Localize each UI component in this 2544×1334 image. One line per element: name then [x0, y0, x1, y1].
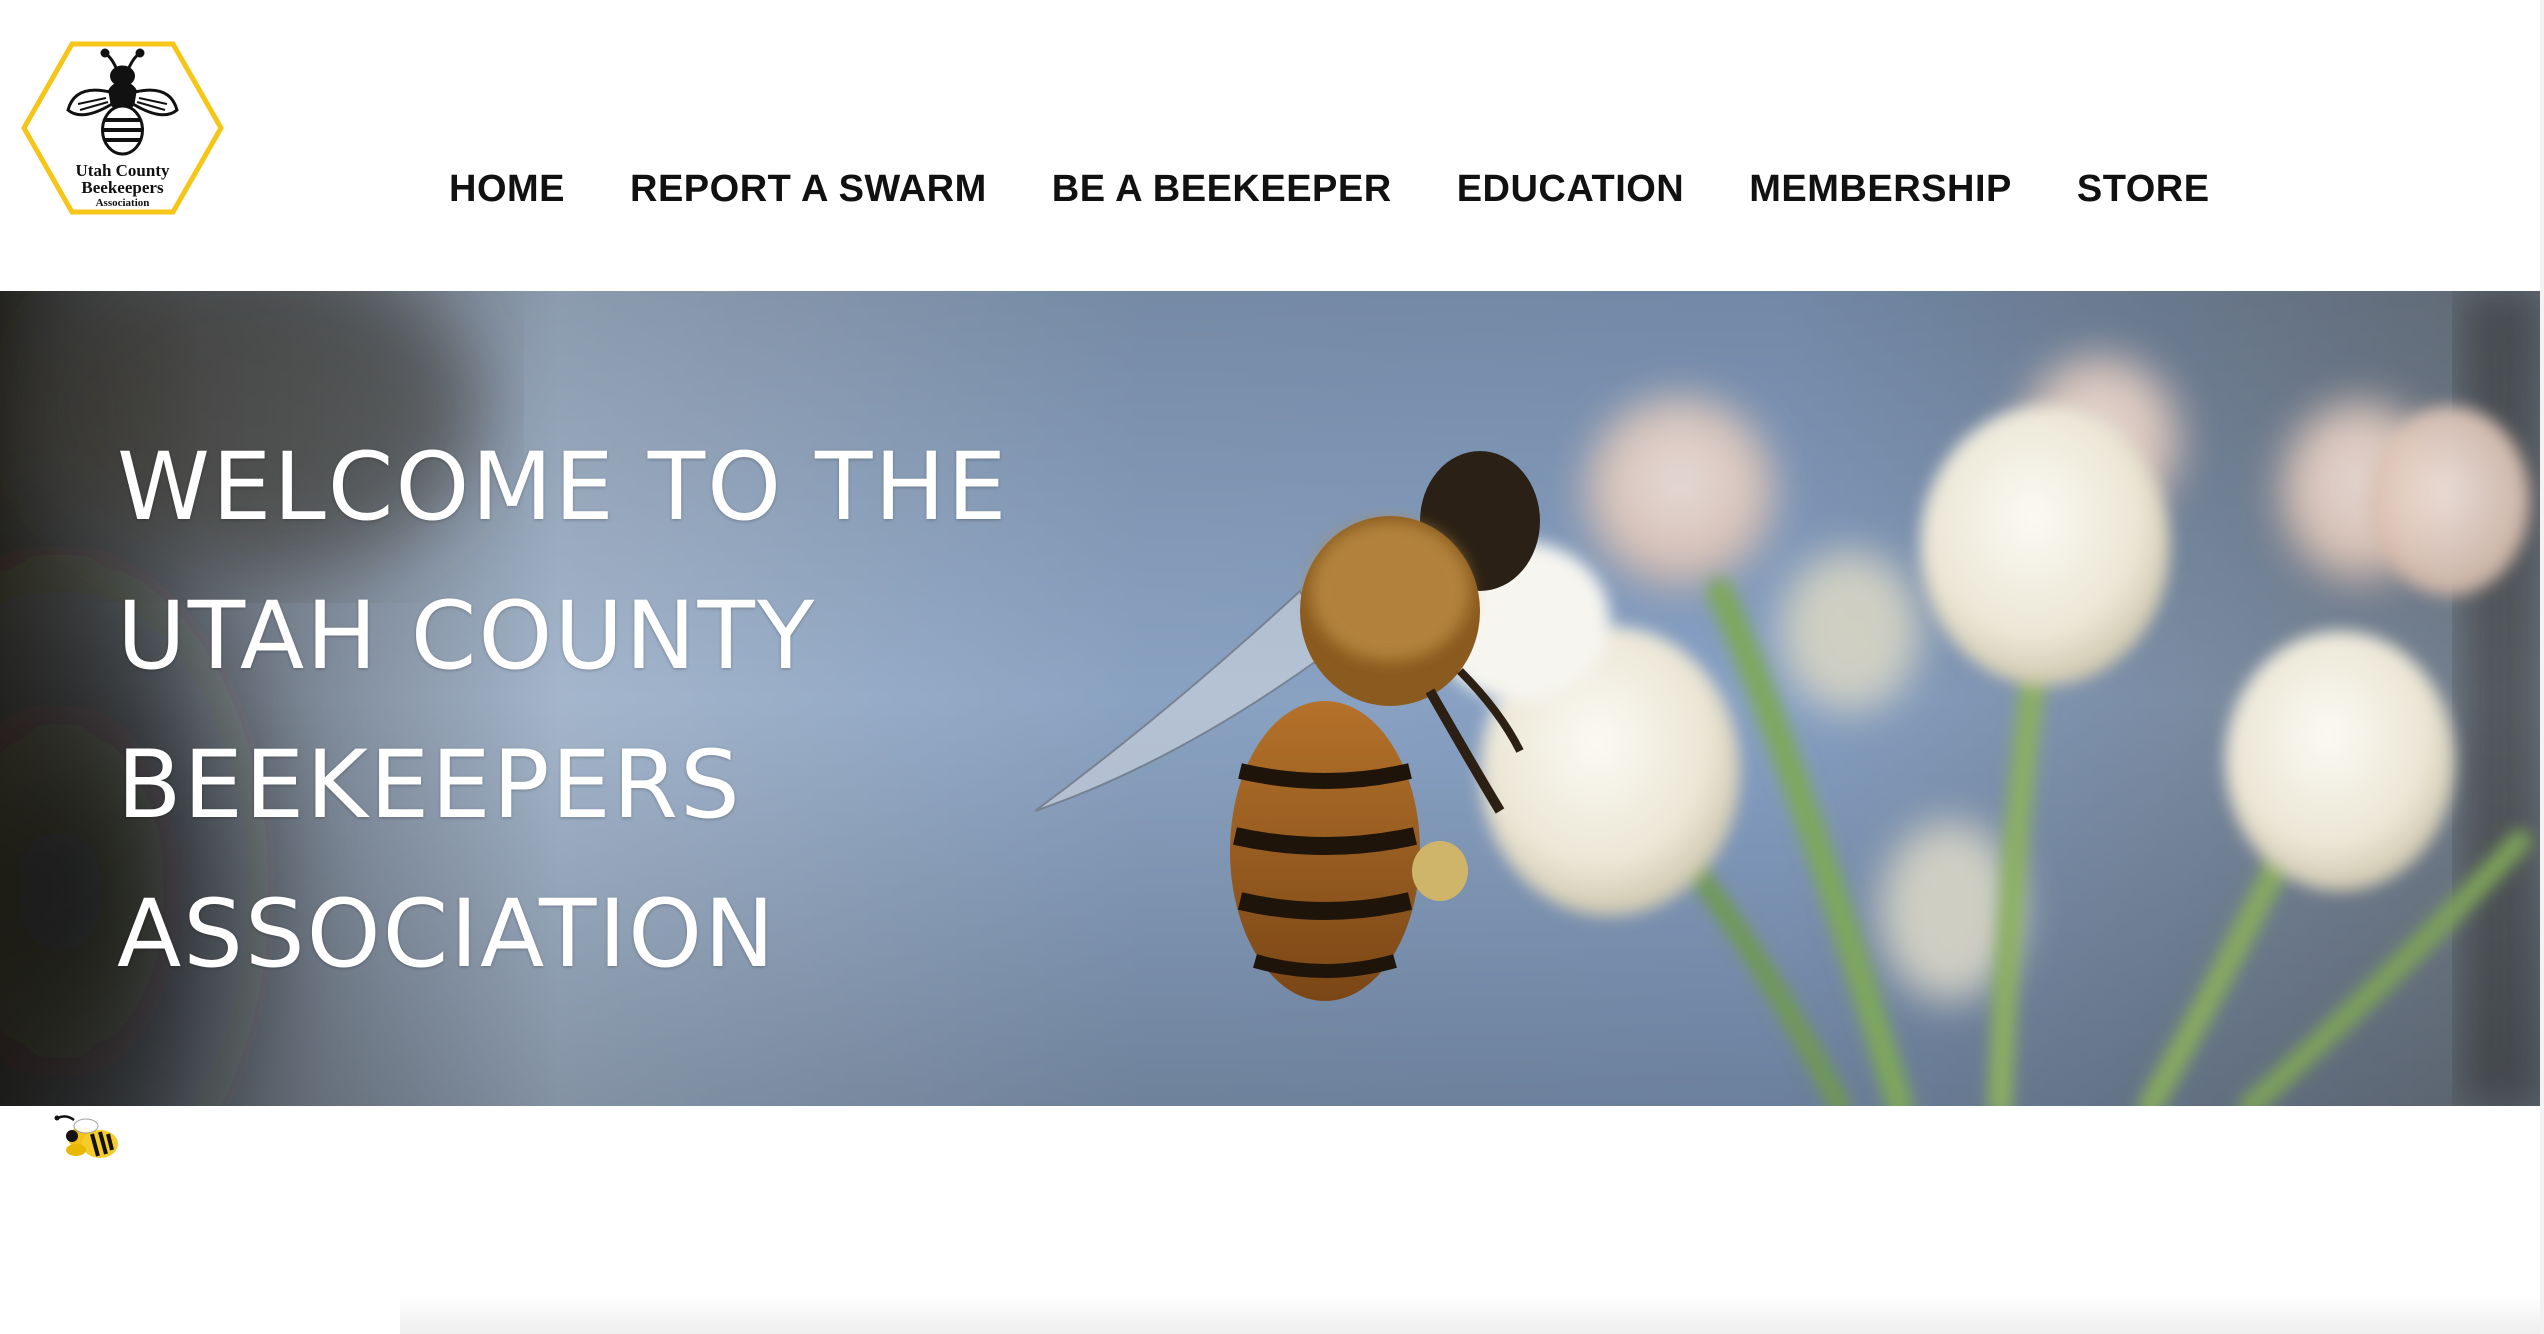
site-header: Utah County Beekeepers Association HOME …: [0, 0, 2540, 291]
logo-text-line3: Association: [96, 197, 150, 209]
scrollbar-gutter: [2540, 0, 2544, 1334]
logo-text-line2: Beekeepers: [81, 178, 164, 197]
page: Utah County Beekeepers Association HOME …: [0, 0, 2544, 1334]
hero-title-line: UTAH COUNTY: [117, 582, 817, 691]
nav-be-a-beekeeper[interactable]: BE A BEEKEEPER: [1052, 168, 1392, 211]
hero-title-line: ASSOCIATION: [117, 880, 777, 989]
hero-title-line: BEEKEEPERS: [117, 731, 742, 840]
nav-store[interactable]: STORE: [2077, 168, 2210, 211]
content-section-edge: [400, 1296, 2540, 1334]
site-logo[interactable]: Utah County Beekeepers Association: [20, 40, 225, 220]
hero-banner: WELCOME TO THE UTAH COUNTY BEEKEEPERS AS…: [0, 291, 2540, 1106]
hero-title-line: WELCOME TO THE: [117, 433, 1009, 542]
nav-education[interactable]: EDUCATION: [1457, 168, 1685, 211]
nav-home[interactable]: HOME: [449, 168, 565, 211]
logo-badge: Utah County Beekeepers Association: [21, 41, 224, 215]
bee-icon: [52, 1110, 124, 1166]
nav-membership[interactable]: MEMBERSHIP: [1749, 168, 2012, 211]
main-nav: HOME REPORT A SWARM BE A BEEKEEPER EDUCA…: [449, 160, 2210, 218]
hero-title: WELCOME TO THE UTAH COUNTY BEEKEEPERS AS…: [117, 413, 1117, 1009]
nav-report-a-swarm[interactable]: REPORT A SWARM: [630, 168, 987, 211]
